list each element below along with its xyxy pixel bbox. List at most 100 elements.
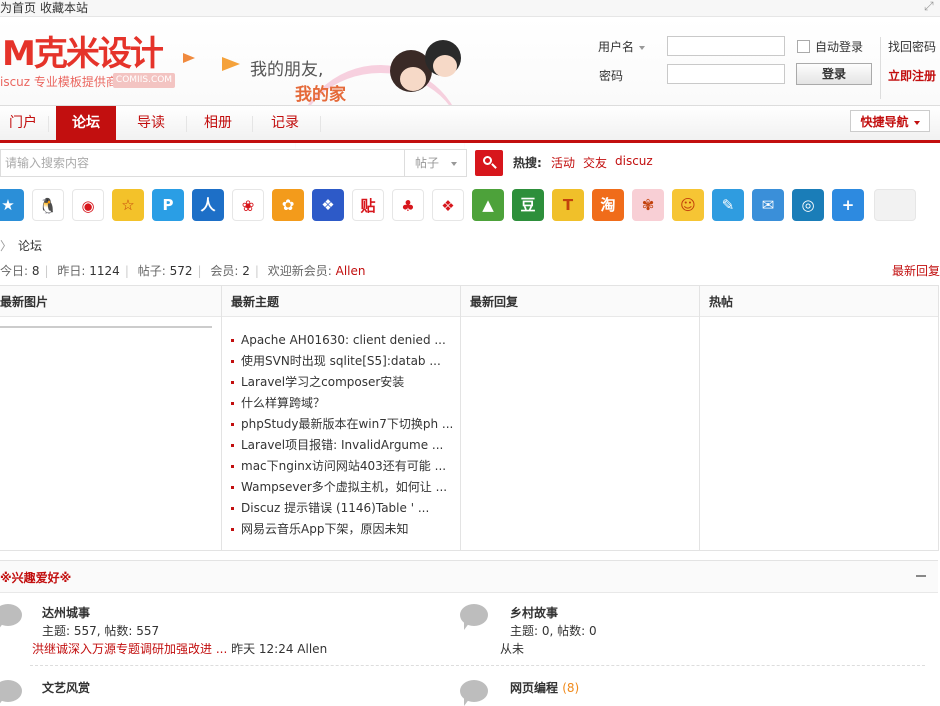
nav-forum[interactable]: 论坛 bbox=[56, 106, 116, 140]
nav-divider bbox=[186, 116, 187, 132]
pengyou-icon[interactable]: P bbox=[152, 189, 184, 221]
topic-link[interactable]: Laravel项目报错: InvalidArgume ... bbox=[231, 435, 453, 456]
register-link[interactable]: 立即注册 bbox=[888, 67, 936, 84]
topic-link[interactable]: Laravel学习之composer安装 bbox=[231, 372, 453, 393]
smile-icon[interactable]: ☺ bbox=[672, 189, 704, 221]
forum-row-divider bbox=[30, 665, 925, 666]
topic-link[interactable]: mac下nginx访问网站403还有可能 ... bbox=[231, 456, 453, 477]
forum-overview-panel: 最新图片 最新主题 最新回复 热帖 Apache AH01630: client… bbox=[0, 285, 939, 551]
username-input[interactable] bbox=[667, 36, 785, 56]
collapse-icon[interactable] bbox=[916, 575, 926, 577]
hot-search-label: 热搜: bbox=[513, 156, 542, 170]
baidu-paw-icon[interactable]: ❖ bbox=[432, 189, 464, 221]
forum-stats: 今日: 8 | 昨日: 1124 | 帖子: 572 | 会员: 2 | 欢迎新会员: … bbox=[0, 264, 366, 278]
search-button[interactable] bbox=[475, 150, 503, 176]
topic-link[interactable]: Wampsever多个虚拟主机，如何让 ... bbox=[231, 477, 453, 498]
taobao-icon[interactable]: 淘 bbox=[592, 189, 624, 221]
auto-login-checkbox[interactable] bbox=[797, 40, 810, 53]
renren-icon[interactable]: 人 bbox=[192, 189, 224, 221]
auto-login-label[interactable]: 自动登录 bbox=[815, 38, 863, 55]
main-nav: 门户 论坛 导读 相册 记录 快捷导航 bbox=[0, 105, 940, 143]
set-homepage-link[interactable]: 为首页 bbox=[0, 0, 36, 16]
douban-icon[interactable]: 豆 bbox=[512, 189, 544, 221]
ring-icon[interactable]: ◎ bbox=[792, 189, 824, 221]
nav-album[interactable]: 相册 bbox=[190, 106, 246, 140]
hot-posts-title: 热帖 bbox=[709, 295, 734, 309]
nav-portal[interactable]: 门户 bbox=[0, 106, 46, 140]
chevron-down-icon bbox=[451, 161, 458, 166]
password-label: 密码 bbox=[599, 69, 624, 83]
hot-term[interactable]: discuz bbox=[615, 154, 653, 168]
members-count: 2 bbox=[242, 264, 250, 278]
latest-topics-title: 最新主题 bbox=[231, 295, 280, 309]
forum-last-post-link[interactable]: 洪继诚深入万源专题调研加强改进 ... bbox=[32, 642, 227, 656]
logo-text: 克米设计 bbox=[33, 34, 164, 74]
flower-icon[interactable]: ✾ bbox=[632, 189, 664, 221]
topic-link[interactable]: 什么样算跨域？ bbox=[231, 393, 453, 414]
girl-face bbox=[400, 67, 426, 91]
hot-term[interactable]: 交友 bbox=[583, 154, 607, 171]
nav-guide[interactable]: 导读 bbox=[122, 106, 180, 140]
username-label[interactable]: 用户名 bbox=[598, 38, 646, 55]
forum-name[interactable]: 乡村故事 bbox=[510, 604, 558, 621]
nav-divider bbox=[48, 116, 49, 132]
interest-section-title[interactable]: ※兴趣爱好※ bbox=[0, 569, 71, 586]
hot-term[interactable]: 活动 bbox=[551, 154, 575, 171]
today-count: 8 bbox=[31, 264, 40, 278]
mail-icon[interactable]: ✉ bbox=[752, 189, 784, 221]
tieba-icon[interactable]: 贴 bbox=[352, 189, 384, 221]
paper-plane-icon bbox=[222, 57, 240, 71]
topic-link[interactable]: 使用SVN时出现 sqlite[S5]:datab ... bbox=[231, 351, 453, 372]
tianya-icon[interactable]: T bbox=[552, 189, 584, 221]
topic-link[interactable]: Discuz 提示错误 (1146)Table ' ... bbox=[231, 498, 453, 519]
forum-name[interactable]: 网页编程 (8) bbox=[510, 679, 579, 696]
topic-link[interactable]: phpStudy最新版本在win7下切换ph ... bbox=[231, 414, 453, 435]
youdao-icon[interactable]: ▲ bbox=[472, 189, 504, 221]
logo-subtitle: iscuz 专业模板提供商 bbox=[0, 75, 118, 89]
forum-last-post-meta: 从未 bbox=[500, 642, 525, 656]
forum-bubble-icon bbox=[460, 604, 490, 630]
qq-star-icon[interactable]: ☆ bbox=[112, 189, 144, 221]
latest-replies-title: 最新回复 bbox=[470, 295, 519, 309]
blank-icon[interactable] bbox=[874, 189, 916, 221]
plus-icon[interactable]: + bbox=[832, 189, 864, 221]
search-type-select[interactable]: 帖子 bbox=[405, 149, 467, 177]
find-password-link[interactable]: 找回密码 bbox=[888, 38, 936, 55]
kaixin-icon[interactable]: ❀ bbox=[232, 189, 264, 221]
welcome-label: 欢迎新会员: bbox=[267, 264, 332, 278]
breadcrumb-separator-icon: 〉 bbox=[0, 239, 13, 253]
banner-line-1: 我的朋友, bbox=[250, 60, 324, 80]
forum-name[interactable]: 达州城事 bbox=[42, 604, 90, 621]
overview-header bbox=[0, 286, 938, 317]
search-bar: 请输入搜索内容 帖子 热搜: 活动 交友 discuz bbox=[0, 149, 940, 179]
posts-label: 帖子: bbox=[137, 264, 166, 278]
forum-name[interactable]: 文艺风赏 bbox=[42, 679, 90, 696]
add-favorite-link[interactable]: 收藏本站 bbox=[40, 0, 88, 16]
password-input[interactable] bbox=[667, 64, 785, 84]
breadcrumb: 〉论坛 bbox=[0, 237, 42, 254]
search-input[interactable]: 请输入搜索内容 bbox=[0, 149, 405, 177]
latest-reply-link[interactable]: 最新回复 bbox=[892, 262, 940, 279]
interest-section-header: ※兴趣爱好※ bbox=[0, 560, 938, 593]
expand-icon[interactable]: ⤢ bbox=[924, 0, 936, 12]
pen-icon[interactable]: ✎ bbox=[712, 189, 744, 221]
qq-show-icon[interactable]: ✿ bbox=[272, 189, 304, 221]
logo-badge: COMIIS.COM bbox=[113, 73, 175, 88]
breadcrumb-current[interactable]: 论坛 bbox=[18, 239, 42, 253]
topic-link[interactable]: 网易云音乐App下架，原因未知 bbox=[231, 519, 453, 540]
chevron-down-icon bbox=[639, 45, 646, 50]
chevron-down-icon bbox=[913, 120, 920, 125]
clover-icon[interactable]: ♣ bbox=[392, 189, 424, 221]
nav-record[interactable]: 记录 bbox=[256, 106, 314, 140]
login-button[interactable]: 登录 bbox=[796, 63, 872, 85]
qq-icon[interactable]: 🐧 bbox=[32, 189, 64, 221]
qzone-icon[interactable]: ★ bbox=[0, 189, 24, 221]
share-icon-row: ★ 🐧 ◉ ☆ P 人 ❀ ✿ ❖ 贴 ♣ ❖ ▲ 豆 T 淘 ✾ ☺ ✎ ✉ ◎ + bbox=[0, 189, 940, 223]
topic-link[interactable]: Apache AH01630: client denied ... bbox=[231, 330, 453, 351]
baidu-icon[interactable]: ❖ bbox=[312, 189, 344, 221]
site-logo[interactable]: M克米设计 bbox=[2, 34, 164, 74]
new-member-link[interactable]: Allen bbox=[336, 264, 366, 278]
latest-pics-title: 最新图片 bbox=[0, 295, 49, 309]
weibo-icon[interactable]: ◉ bbox=[72, 189, 104, 221]
quick-nav-button[interactable]: 快捷导航 bbox=[850, 110, 930, 132]
